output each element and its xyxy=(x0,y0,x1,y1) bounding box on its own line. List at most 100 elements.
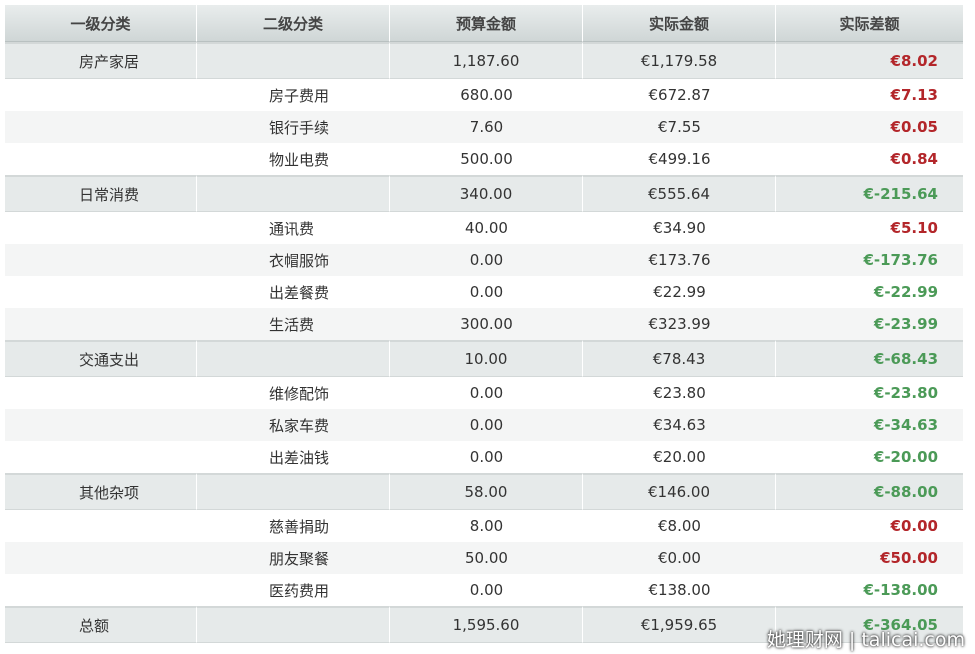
header-category-2[interactable]: 二级分类 xyxy=(197,5,390,42)
category-1-cell xyxy=(5,574,197,606)
actual-difference-cell: €5.10 xyxy=(776,212,963,244)
category-group-row[interactable]: 房产家居 1,187.60 €1,179.58 €8.02 xyxy=(5,42,963,79)
category-2-cell: 衣帽服饰 xyxy=(197,244,390,276)
budget-amount-cell: 40.00 xyxy=(390,212,583,244)
actual-difference-cell: €-173.76 xyxy=(776,244,963,276)
actual-difference-cell: €-88.00 xyxy=(776,473,963,510)
actual-amount-cell: €173.76 xyxy=(583,244,776,276)
header-actual-difference[interactable]: 实际差额 xyxy=(776,5,963,42)
actual-amount-cell: €8.00 xyxy=(583,510,776,542)
actual-difference-cell: €7.13 xyxy=(776,79,963,111)
category-2-cell xyxy=(197,473,390,510)
category-2-cell xyxy=(197,606,390,643)
budget-amount-cell: 340.00 xyxy=(390,175,583,212)
category-1-cell xyxy=(5,308,197,340)
actual-difference-cell: €0.84 xyxy=(776,143,963,175)
subcategory-row[interactable]: 慈善捐助 8.00 €8.00 €0.00 xyxy=(5,510,963,542)
category-1-cell: 房产家居 xyxy=(5,42,197,79)
category-2-cell: 房子费用 xyxy=(197,79,390,111)
category-1-cell: 交通支出 xyxy=(5,340,197,377)
category-1-cell xyxy=(5,212,197,244)
budget-amount-cell: 7.60 xyxy=(390,111,583,143)
actual-difference-cell: €0.05 xyxy=(776,111,963,143)
category-1-cell xyxy=(5,441,197,473)
actual-amount-cell: €78.43 xyxy=(583,340,776,377)
category-2-cell: 银行手续 xyxy=(197,111,390,143)
actual-amount-cell: €23.80 xyxy=(583,377,776,409)
table-body: 房产家居 1,187.60 €1,179.58 €8.02 房子费用 680.00 €672… xyxy=(5,42,963,643)
category-group-row[interactable]: 其他杂项 58.00 €146.00 €-88.00 xyxy=(5,473,963,510)
category-2-cell xyxy=(197,42,390,79)
budget-amount-cell: 0.00 xyxy=(390,276,583,308)
actual-difference-cell: €-23.99 xyxy=(776,308,963,340)
budget-amount-cell: 0.00 xyxy=(390,377,583,409)
category-1-cell xyxy=(5,409,197,441)
category-2-cell: 维修配饰 xyxy=(197,377,390,409)
actual-amount-cell: €1,179.58 xyxy=(583,42,776,79)
actual-difference-cell: €-138.00 xyxy=(776,574,963,606)
subcategory-row[interactable]: 出差油钱 0.00 €20.00 €-20.00 xyxy=(5,441,963,473)
category-2-cell: 出差油钱 xyxy=(197,441,390,473)
actual-amount-cell: €0.00 xyxy=(583,542,776,574)
actual-amount-cell: €146.00 xyxy=(583,473,776,510)
budget-amount-cell: 0.00 xyxy=(390,409,583,441)
actual-difference-cell: €-22.99 xyxy=(776,276,963,308)
actual-difference-cell: €8.02 xyxy=(776,42,963,79)
category-2-cell: 医药费用 xyxy=(197,574,390,606)
budget-amount-cell: 58.00 xyxy=(390,473,583,510)
category-2-cell: 物业电费 xyxy=(197,143,390,175)
category-2-cell: 通讯费 xyxy=(197,212,390,244)
budget-amount-cell: 300.00 xyxy=(390,308,583,340)
actual-amount-cell: €34.63 xyxy=(583,409,776,441)
category-1-cell xyxy=(5,244,197,276)
subcategory-row[interactable]: 房子费用 680.00 €672.87 €7.13 xyxy=(5,79,963,111)
subcategory-row[interactable]: 朋友聚餐 50.00 €0.00 €50.00 xyxy=(5,542,963,574)
actual-difference-cell: €0.00 xyxy=(776,510,963,542)
subcategory-row[interactable]: 维修配饰 0.00 €23.80 €-23.80 xyxy=(5,377,963,409)
category-group-row[interactable]: 交通支出 10.00 €78.43 €-68.43 xyxy=(5,340,963,377)
category-1-cell: 总额 xyxy=(5,606,197,643)
budget-amount-cell: 680.00 xyxy=(390,79,583,111)
category-1-cell xyxy=(5,377,197,409)
category-2-cell xyxy=(197,175,390,212)
category-2-cell: 私家车费 xyxy=(197,409,390,441)
actual-amount-cell: €499.16 xyxy=(583,143,776,175)
category-1-cell xyxy=(5,542,197,574)
category-group-row[interactable]: 日常消费 340.00 €555.64 €-215.64 xyxy=(5,175,963,212)
actual-amount-cell: €555.64 xyxy=(583,175,776,212)
category-1-cell: 其他杂项 xyxy=(5,473,197,510)
budget-amount-cell: 1,187.60 xyxy=(390,42,583,79)
category-1-cell xyxy=(5,79,197,111)
category-1-cell xyxy=(5,276,197,308)
category-1-cell xyxy=(5,510,197,542)
actual-difference-cell: €50.00 xyxy=(776,542,963,574)
subcategory-row[interactable]: 生活费 300.00 €323.99 €-23.99 xyxy=(5,308,963,340)
actual-amount-cell: €34.90 xyxy=(583,212,776,244)
table-header: 一级分类 二级分类 预算金额 实际金额 实际差额 xyxy=(5,5,963,42)
actual-difference-cell: €-68.43 xyxy=(776,340,963,377)
header-category-1[interactable]: 一级分类 xyxy=(5,5,197,42)
category-1-cell xyxy=(5,143,197,175)
budget-amount-cell: 50.00 xyxy=(390,542,583,574)
actual-amount-cell: €20.00 xyxy=(583,441,776,473)
category-2-cell: 朋友聚餐 xyxy=(197,542,390,574)
budget-amount-cell: 500.00 xyxy=(390,143,583,175)
category-2-cell xyxy=(197,340,390,377)
actual-amount-cell: €7.55 xyxy=(583,111,776,143)
subcategory-row[interactable]: 私家车费 0.00 €34.63 €-34.63 xyxy=(5,409,963,441)
subcategory-row[interactable]: 通讯费 40.00 €34.90 €5.10 xyxy=(5,212,963,244)
header-actual-amount[interactable]: 实际金额 xyxy=(583,5,776,42)
category-2-cell: 生活费 xyxy=(197,308,390,340)
category-2-cell: 慈善捐助 xyxy=(197,510,390,542)
header-budget-amount[interactable]: 预算金额 xyxy=(390,5,583,42)
subcategory-row[interactable]: 衣帽服饰 0.00 €173.76 €-173.76 xyxy=(5,244,963,276)
actual-difference-cell: €-34.63 xyxy=(776,409,963,441)
subcategory-row[interactable]: 物业电费 500.00 €499.16 €0.84 xyxy=(5,143,963,175)
actual-amount-cell: €138.00 xyxy=(583,574,776,606)
subcategory-row[interactable]: 银行手续 7.60 €7.55 €0.05 xyxy=(5,111,963,143)
subcategory-row[interactable]: 出差餐费 0.00 €22.99 €-22.99 xyxy=(5,276,963,308)
watermark: 她理财网 | talicai.com xyxy=(766,629,965,651)
actual-amount-cell: €323.99 xyxy=(583,308,776,340)
budget-amount-cell: 8.00 xyxy=(390,510,583,542)
subcategory-row[interactable]: 医药费用 0.00 €138.00 €-138.00 xyxy=(5,574,963,606)
